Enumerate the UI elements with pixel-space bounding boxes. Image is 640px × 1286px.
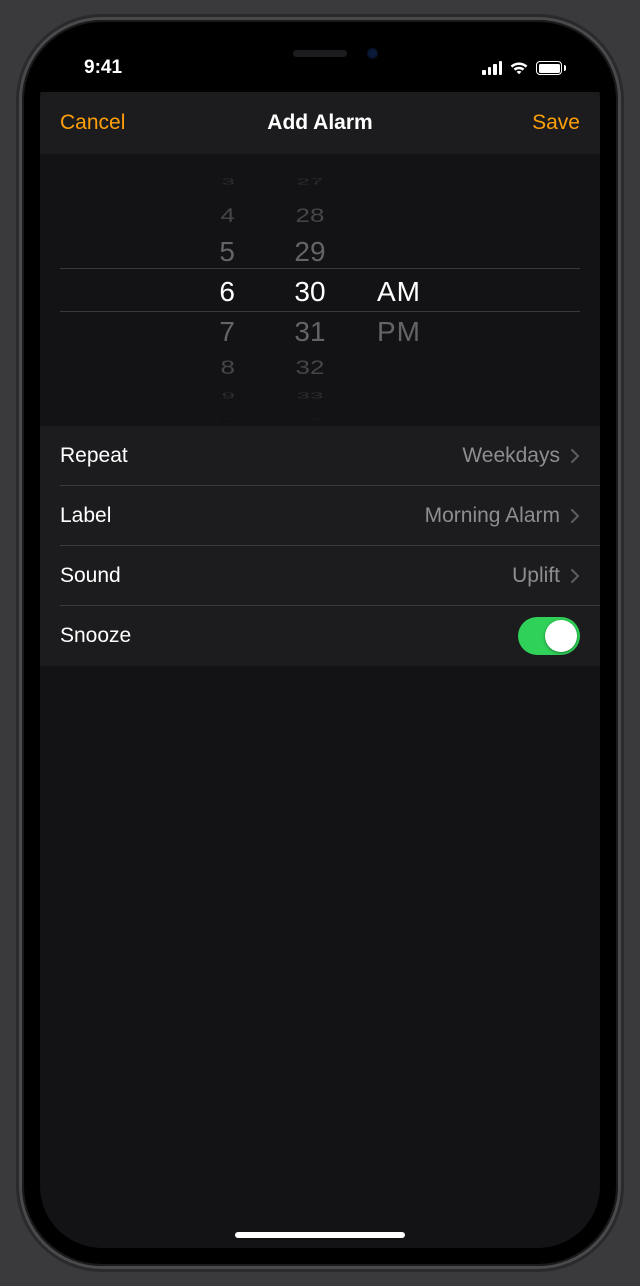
alarm-settings-list: Repeat Weekdays Label Morning Alarm	[40, 426, 600, 666]
picker-minute-selected: 30	[265, 276, 355, 308]
picker-minute-option: 32	[265, 356, 355, 380]
status-time: 9:41	[70, 51, 122, 79]
time-picker[interactable]: 2 3 4 5 6 7 8 9 10 26 27 28 29 30 31	[40, 154, 600, 426]
picker-hour-option: 8	[175, 356, 265, 380]
snooze-toggle[interactable]	[518, 617, 580, 655]
picker-hour-option: 10	[175, 418, 265, 420]
page-title: Add Alarm	[267, 111, 372, 135]
toggle-knob	[545, 620, 577, 652]
wifi-icon	[509, 61, 529, 75]
picker-hour-option: 5	[175, 236, 265, 267]
label-label: Label	[60, 504, 111, 528]
picker-hour-option: 3	[175, 177, 265, 187]
app-content: Cancel Add Alarm Save 2 3 4 5 6 7 8 9 10	[40, 92, 600, 1248]
picker-hour-option: 9	[175, 391, 265, 401]
front-camera	[367, 48, 378, 59]
sound-value-wrap: Uplift	[512, 564, 580, 588]
sound-value: Uplift	[512, 564, 560, 588]
chevron-right-icon	[570, 508, 580, 524]
notch	[202, 38, 438, 74]
chevron-right-icon	[570, 568, 580, 584]
snooze-row: Snooze	[40, 606, 600, 666]
picker-minute-option: 28	[265, 204, 355, 228]
battery-icon	[536, 61, 566, 75]
picker-hour-option: 7	[175, 316, 265, 347]
picker-ampm-option: PM	[355, 316, 465, 347]
cancel-button[interactable]: Cancel	[60, 111, 140, 135]
sound-label: Sound	[60, 564, 121, 588]
hour-picker[interactable]: 2 3 4 5 6 7 8 9 10	[175, 160, 265, 420]
speaker-grille	[293, 50, 347, 57]
picker-minute-option: 29	[265, 236, 355, 267]
picker-hour-selected: 6	[175, 276, 265, 308]
label-value-wrap: Morning Alarm	[425, 504, 580, 528]
device-frame: 9:41 Cancel Add Alar	[22, 20, 618, 1266]
snooze-label: Snooze	[60, 624, 131, 648]
minute-picker[interactable]: 26 27 28 29 30 31 32 33 34	[265, 160, 355, 420]
picker-minute-option: 34	[265, 418, 355, 420]
picker-minute-option: 31	[265, 316, 355, 347]
repeat-value-wrap: Weekdays	[462, 444, 580, 468]
repeat-row[interactable]: Repeat Weekdays	[40, 426, 600, 486]
cellular-signal-icon	[482, 61, 502, 75]
picker-hour-option: 4	[175, 204, 265, 228]
screen: 9:41 Cancel Add Alar	[40, 38, 600, 1248]
picker-minute-option: 33	[265, 391, 355, 401]
label-row[interactable]: Label Morning Alarm	[40, 486, 600, 546]
label-value: Morning Alarm	[425, 504, 560, 528]
picker-ampm-selected: AM	[355, 276, 465, 308]
save-button[interactable]: Save	[500, 111, 580, 135]
side-button	[618, 290, 624, 400]
nav-header: Cancel Add Alarm Save	[40, 92, 600, 154]
repeat-value: Weekdays	[462, 444, 560, 468]
chevron-right-icon	[570, 448, 580, 464]
status-icons	[482, 55, 570, 75]
repeat-label: Repeat	[60, 444, 128, 468]
home-indicator[interactable]	[235, 1232, 405, 1238]
sound-row[interactable]: Sound Uplift	[40, 546, 600, 606]
ampm-picker[interactable]: AM PM	[355, 160, 465, 420]
picker-minute-option: 27	[265, 177, 355, 187]
